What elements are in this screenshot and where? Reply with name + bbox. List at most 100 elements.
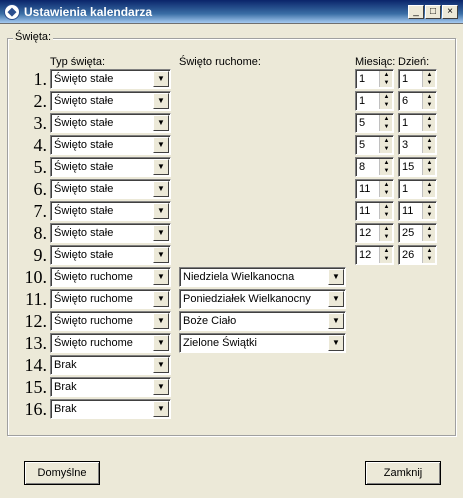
holiday-type-select[interactable]: Święto ruchome ▼: [50, 333, 171, 353]
holiday-type-select[interactable]: Święto stałe ▼: [50, 179, 171, 199]
arrow-down-icon[interactable]: ▼: [423, 145, 436, 153]
chevron-down-icon[interactable]: ▼: [153, 401, 169, 417]
month-spinner[interactable]: 1 ▲ ▼: [355, 69, 394, 89]
arrow-up-icon[interactable]: ▲: [380, 137, 393, 145]
minimize-icon[interactable]: _: [408, 5, 424, 19]
holiday-type-select[interactable]: Święto stałe ▼: [50, 91, 171, 111]
default-button[interactable]: Domyślne: [24, 461, 100, 485]
close-icon[interactable]: ×: [442, 5, 458, 19]
month-spinner[interactable]: 1 ▲ ▼: [355, 91, 394, 111]
chevron-down-icon[interactable]: ▼: [153, 291, 169, 307]
arrow-up-icon[interactable]: ▲: [423, 159, 436, 167]
arrow-up-icon[interactable]: ▲: [380, 203, 393, 211]
chevron-down-icon[interactable]: ▼: [153, 313, 169, 329]
arrow-down-icon[interactable]: ▼: [423, 189, 436, 197]
holiday-type-select[interactable]: Brak ▼: [50, 355, 171, 375]
arrow-up-icon[interactable]: ▲: [423, 225, 436, 233]
arrow-down-icon[interactable]: ▼: [380, 145, 393, 153]
chevron-down-icon[interactable]: ▼: [153, 335, 169, 351]
holiday-type-select[interactable]: Brak ▼: [50, 377, 171, 397]
holiday-type-select[interactable]: Święto ruchome ▼: [50, 289, 171, 309]
arrow-up-icon[interactable]: ▲: [423, 93, 436, 101]
arrow-up-icon[interactable]: ▲: [380, 159, 393, 167]
arrow-up-icon[interactable]: ▲: [423, 203, 436, 211]
movable-holiday-select[interactable]: Niedziela Wielkanocna ▼: [179, 267, 346, 287]
movable-holiday-select[interactable]: Boże Ciało ▼: [179, 311, 346, 331]
arrow-down-icon[interactable]: ▼: [423, 101, 436, 109]
arrow-down-icon[interactable]: ▼: [423, 211, 436, 219]
chevron-down-icon[interactable]: ▼: [153, 247, 169, 263]
arrow-down-icon[interactable]: ▼: [423, 123, 436, 131]
day-spinner[interactable]: 15 ▲ ▼: [398, 157, 437, 177]
arrow-down-icon[interactable]: ▼: [380, 101, 393, 109]
month-spinner[interactable]: 8 ▲ ▼: [355, 157, 394, 177]
holiday-type-select[interactable]: Święto stałe ▼: [50, 69, 171, 89]
arrow-up-icon[interactable]: ▲: [380, 71, 393, 79]
arrow-up-icon[interactable]: ▲: [423, 71, 436, 79]
arrow-down-icon[interactable]: ▼: [380, 79, 393, 87]
holiday-type-select[interactable]: Święto stałe ▼: [50, 245, 171, 265]
arrow-up-icon[interactable]: ▲: [380, 247, 393, 255]
month-spinner[interactable]: 5 ▲ ▼: [355, 135, 394, 155]
holiday-type-select[interactable]: Święto stałe ▼: [50, 223, 171, 243]
arrow-down-icon[interactable]: ▼: [423, 167, 436, 175]
arrow-up-icon[interactable]: ▲: [423, 247, 436, 255]
arrow-up-icon[interactable]: ▲: [423, 181, 436, 189]
holiday-type-select[interactable]: Święto ruchome ▼: [50, 267, 171, 287]
day-spinner[interactable]: 26 ▲ ▼: [398, 245, 437, 265]
chevron-down-icon[interactable]: ▼: [153, 159, 169, 175]
day-spinner[interactable]: 1 ▲ ▼: [398, 69, 437, 89]
movable-holiday-select[interactable]: Zielone Świątki ▼: [179, 333, 346, 353]
month-spinner[interactable]: 12 ▲ ▼: [355, 223, 394, 243]
arrow-down-icon[interactable]: ▼: [423, 233, 436, 241]
holiday-type-select[interactable]: Święto stałe ▼: [50, 135, 171, 155]
arrow-down-icon[interactable]: ▼: [380, 167, 393, 175]
chevron-down-icon[interactable]: ▼: [153, 93, 169, 109]
holiday-type-select[interactable]: Święto stałe ▼: [50, 201, 171, 221]
chevron-down-icon[interactable]: ▼: [153, 203, 169, 219]
day-spinner[interactable]: 3 ▲ ▼: [398, 135, 437, 155]
holiday-type-select[interactable]: Święto stałe ▼: [50, 113, 171, 133]
chevron-down-icon[interactable]: ▼: [153, 115, 169, 131]
arrow-down-icon[interactable]: ▼: [423, 255, 436, 263]
chevron-down-icon[interactable]: ▼: [153, 181, 169, 197]
arrow-up-icon[interactable]: ▲: [423, 115, 436, 123]
arrow-down-icon[interactable]: ▼: [380, 123, 393, 131]
holiday-type-select[interactable]: Brak ▼: [50, 399, 171, 419]
day-spinner[interactable]: 25 ▲ ▼: [398, 223, 437, 243]
month-spinner[interactable]: 5 ▲ ▼: [355, 113, 394, 133]
arrow-up-icon[interactable]: ▲: [380, 181, 393, 189]
arrow-up-icon[interactable]: ▲: [380, 93, 393, 101]
arrow-up-icon[interactable]: ▲: [380, 115, 393, 123]
arrow-down-icon[interactable]: ▼: [423, 79, 436, 87]
arrow-down-icon[interactable]: ▼: [380, 233, 393, 241]
movable-holiday-select[interactable]: Poniedziałek Wielkanocny ▼: [179, 289, 346, 309]
arrow-down-icon[interactable]: ▼: [380, 189, 393, 197]
chevron-down-icon[interactable]: ▼: [153, 357, 169, 373]
chevron-down-icon[interactable]: ▼: [153, 269, 169, 285]
arrow-down-icon[interactable]: ▼: [380, 211, 393, 219]
maximize-icon[interactable]: □: [425, 5, 441, 19]
chevron-down-icon[interactable]: ▼: [153, 379, 169, 395]
month-spinner[interactable]: 11 ▲ ▼: [355, 179, 394, 199]
month-spinner[interactable]: 12 ▲ ▼: [355, 245, 394, 265]
chevron-down-icon[interactable]: ▼: [153, 71, 169, 87]
day-spinner[interactable]: 1 ▲ ▼: [398, 179, 437, 199]
chevron-down-icon[interactable]: ▼: [153, 225, 169, 241]
calendar-app-icon[interactable]: ◆: [4, 4, 20, 20]
close-button[interactable]: Zamknij: [365, 461, 441, 485]
day-spinner[interactable]: 1 ▲ ▼: [398, 113, 437, 133]
chevron-down-icon[interactable]: ▼: [153, 137, 169, 153]
arrow-up-icon[interactable]: ▲: [380, 225, 393, 233]
holiday-type-select[interactable]: Święto ruchome ▼: [50, 311, 171, 331]
day-spinner[interactable]: 11 ▲ ▼: [398, 201, 437, 221]
chevron-down-icon[interactable]: ▼: [328, 335, 344, 351]
day-spinner[interactable]: 6 ▲ ▼: [398, 91, 437, 111]
chevron-down-icon[interactable]: ▼: [328, 291, 344, 307]
month-spinner[interactable]: 11 ▲ ▼: [355, 201, 394, 221]
arrow-up-icon[interactable]: ▲: [423, 137, 436, 145]
chevron-down-icon[interactable]: ▼: [328, 269, 344, 285]
chevron-down-icon[interactable]: ▼: [328, 313, 344, 329]
arrow-down-icon[interactable]: ▼: [380, 255, 393, 263]
holiday-type-select[interactable]: Święto stałe ▼: [50, 157, 171, 177]
